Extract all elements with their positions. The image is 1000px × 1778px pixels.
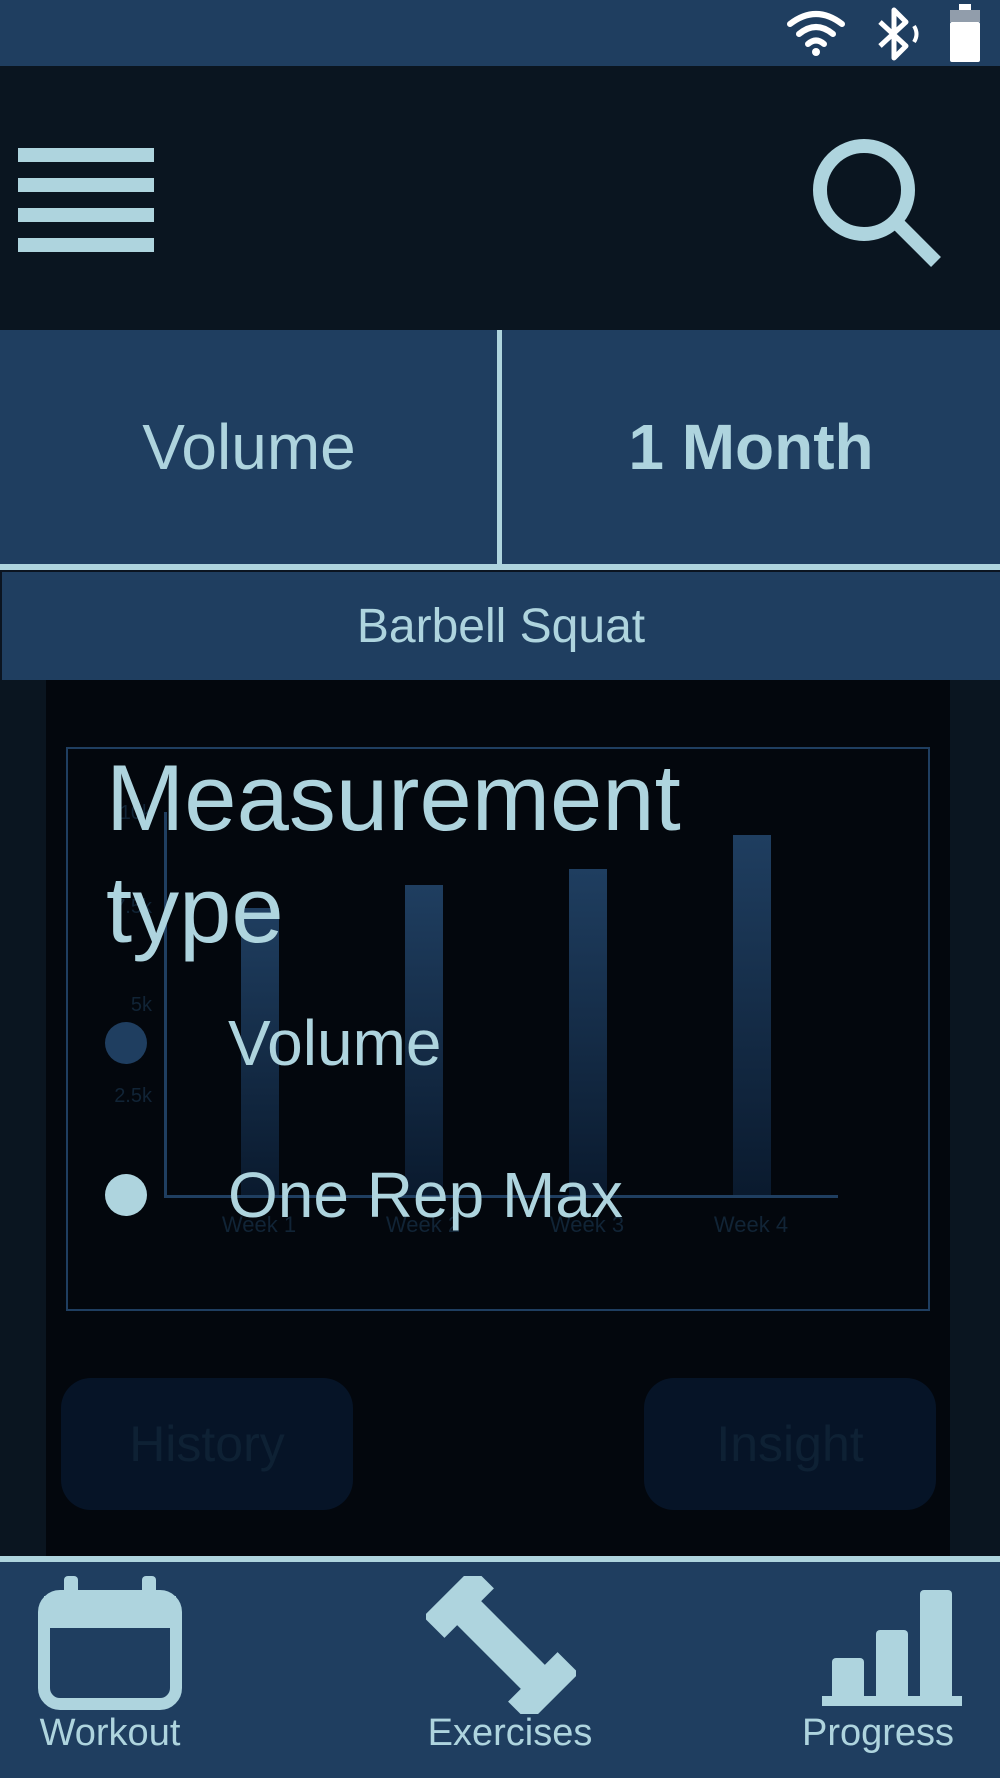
history-button[interactable]: History <box>61 1378 353 1510</box>
option-label-volume[interactable]: Volume <box>228 1006 441 1080</box>
bar-chart-icon <box>822 1590 962 1706</box>
nav-item-workout[interactable]: Workout <box>0 1562 240 1778</box>
status-bar <box>0 0 1000 66</box>
battery-icon <box>950 4 980 62</box>
wifi-icon <box>787 11 845 56</box>
radio-one-rep-max[interactable] <box>105 1174 147 1216</box>
exercise-selector[interactable]: Barbell Squat <box>2 572 1000 680</box>
nav-label-workout: Workout <box>39 1712 181 1754</box>
nav-label-exercises: Exercises <box>427 1712 593 1754</box>
dumbbell-icon <box>426 1576 576 1714</box>
x-tick-label: Week 4 <box>713 1212 789 1237</box>
measurement-type-button[interactable]: Volume <box>0 330 498 564</box>
nav-label-progress: Progress <box>801 1712 955 1754</box>
dialog-title: Measurement type <box>106 745 681 962</box>
selector-underline <box>0 564 1000 570</box>
option-label-one-rep-max[interactable]: One Rep Max <box>228 1158 623 1232</box>
app-bar <box>0 66 1000 330</box>
insight-button[interactable]: Insight <box>644 1378 936 1510</box>
nav-item-exercises[interactable]: Exercises <box>390 1562 630 1778</box>
nav-item-progress[interactable]: Progress <box>770 1562 1000 1778</box>
calendar-icon <box>38 1576 182 1710</box>
time-range-button[interactable]: 1 Month <box>502 330 1000 564</box>
hamburger-menu-icon[interactable] <box>18 148 154 254</box>
selector-divider <box>497 330 502 564</box>
search-icon[interactable] <box>808 134 944 270</box>
bluetooth-icon <box>878 7 919 61</box>
bottom-nav: Workout Exercises Progress <box>0 1562 1000 1778</box>
y-tick-label: 5k <box>130 994 152 1016</box>
y-tick-label: 2.5k <box>114 1085 152 1107</box>
radio-volume[interactable] <box>105 1022 147 1064</box>
